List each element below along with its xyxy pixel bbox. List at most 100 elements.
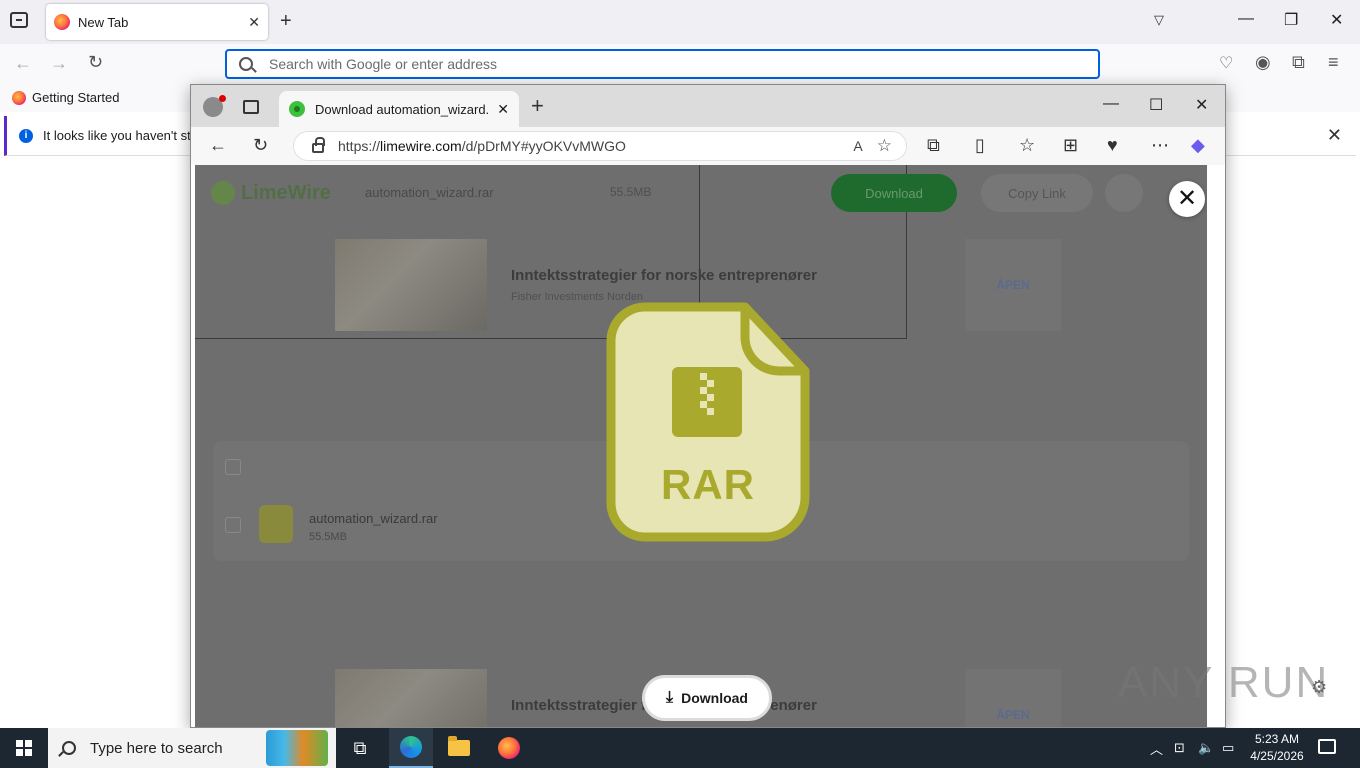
modal-download-button[interactable]: ⤓ Download: [642, 675, 772, 721]
favorite-star-icon[interactable]: ☆: [877, 136, 892, 156]
network-status-icon[interactable]: ⊡: [1174, 728, 1185, 768]
address-bar[interactable]: https://limewire.com/d/pDrMY#yyOKVvMWGO …: [293, 131, 907, 161]
close-icon[interactable]: ✕: [1169, 181, 1205, 217]
taskbar-firefox-button[interactable]: [487, 728, 531, 768]
close-icon[interactable]: ✕: [1327, 125, 1342, 146]
minimize-button[interactable]: —: [1238, 10, 1254, 28]
close-tab-icon[interactable]: ✕: [248, 14, 260, 31]
menu-icon[interactable]: ≡: [1328, 52, 1339, 73]
search-icon: [62, 741, 76, 755]
ad-headline: Inntektsstrategier for norske entreprenø…: [511, 267, 817, 284]
edge-icon: [400, 736, 422, 758]
search-highlight-image: [266, 730, 328, 766]
lock-icon[interactable]: [312, 137, 325, 153]
gear-icon[interactable]: ⚙: [1311, 677, 1327, 698]
limewire-favicon: [289, 101, 305, 117]
close-window-button[interactable]: ✕: [1330, 10, 1343, 30]
edge-tab-download[interactable]: Download automation_wizard.rar ✕: [279, 91, 519, 127]
header-file-name: automation_wizard.rar: [365, 185, 494, 200]
bookmark-getting-started[interactable]: Getting Started: [12, 90, 119, 105]
firefox-icon: [498, 737, 520, 759]
browser-essentials-icon[interactable]: ♥: [1107, 135, 1118, 156]
clock-time: 5:23 AM: [1254, 732, 1300, 746]
back-icon[interactable]: ←: [209, 135, 227, 156]
report-flag-button[interactable]: [1105, 174, 1143, 212]
firefox-icon: [12, 90, 26, 105]
anyrun-watermark: ANY RUN: [1118, 658, 1330, 707]
new-tab-button[interactable]: +: [280, 10, 292, 33]
maximize-button[interactable]: ☐: [1149, 95, 1163, 115]
back-icon[interactable]: ←: [14, 53, 32, 74]
edge-title-bar: Download automation_wizard.rar ✕ + — ☐ ✕: [191, 85, 1225, 127]
tab-title: New Tab: [78, 14, 129, 30]
close-tab-icon[interactable]: ✕: [497, 101, 509, 118]
show-hidden-icons[interactable]: ︿: [1150, 728, 1163, 768]
chevron-down-icon[interactable]: ▽: [1154, 12, 1164, 28]
ad-open-button[interactable]: ÅPEN: [965, 669, 1061, 727]
list-file-name: automation_wizard.rar: [309, 511, 438, 526]
search-icon: [239, 57, 253, 71]
modal-download-label: Download: [681, 690, 748, 706]
close-window-button[interactable]: ✕: [1195, 95, 1208, 115]
firefox-tab-bar: New Tab ✕ + ▽ — ❐ ✕: [0, 0, 1360, 44]
windows-taskbar: Type here to search ⧉ ︿ ⊡ 🔈 ▭ 5:23 AM 4/…: [0, 728, 1360, 768]
limewire-logo[interactable]: LimeWire: [211, 181, 331, 205]
taskbar-search-box[interactable]: Type here to search: [48, 728, 336, 768]
taskbar-clock[interactable]: 5:23 AM 4/25/2026: [1244, 731, 1310, 765]
volume-icon[interactable]: 🔈: [1198, 728, 1214, 768]
firefox-navigation-bar: ← → ↻ ♡ ◉ ⧉ ≡: [0, 44, 1360, 84]
limewire-header: LimeWire automation_wizard.rar 55.5MB Do…: [195, 165, 1207, 225]
extensions-icon[interactable]: ⧉: [927, 135, 940, 156]
select-all-checkbox[interactable]: [225, 459, 241, 475]
tab-actions-icon[interactable]: [243, 100, 259, 114]
reload-icon[interactable]: ↻: [88, 52, 103, 73]
file-checkbox[interactable]: [225, 517, 241, 533]
windows-start-button[interactable]: [16, 740, 32, 756]
taskbar-file-explorer-button[interactable]: [437, 728, 481, 768]
tab-title: Download automation_wizard.rar: [315, 101, 490, 117]
copy-link-button[interactable]: Copy Link: [981, 174, 1093, 212]
rar-file-preview-icon: RAR: [605, 301, 811, 543]
edge-window: Download automation_wizard.rar ✕ + — ☐ ✕…: [190, 84, 1226, 728]
copilot-icon[interactable]: ◆: [1191, 135, 1205, 156]
ad-open-button[interactable]: ÅPEN: [965, 239, 1061, 331]
folder-icon: [448, 736, 470, 756]
info-icon: i: [19, 128, 33, 143]
url-input[interactable]: [269, 56, 1098, 72]
url-text: https://limewire.com/d/pDrMY#yyOKVvMWGO: [338, 138, 626, 154]
profile-avatar[interactable]: [203, 95, 226, 117]
file-type-label: RAR: [661, 461, 755, 508]
limewire-logo-icon: [211, 181, 235, 205]
ad-image: [335, 669, 487, 727]
favorites-icon[interactable]: ☆: [1019, 135, 1035, 156]
pocket-icon[interactable]: ♡: [1219, 53, 1233, 73]
page-content: LimeWire automation_wizard.rar 55.5MB Do…: [195, 165, 1207, 727]
network-icon[interactable]: ▭: [1222, 728, 1234, 768]
download-icon: ⤓: [666, 689, 674, 706]
header-download-button[interactable]: Download: [831, 174, 957, 212]
list-all-tabs-icon[interactable]: [10, 12, 28, 28]
minimize-button[interactable]: —: [1103, 95, 1119, 113]
bookmark-label: Getting Started: [32, 90, 120, 105]
edge-toolbar: ← ↻ https://limewire.com/d/pDrMY#yyOKVvM…: [191, 127, 1225, 165]
restore-button[interactable]: ❐: [1284, 10, 1298, 30]
address-bar[interactable]: [225, 49, 1100, 79]
task-view-icon[interactable]: ⧉: [338, 728, 382, 768]
account-icon[interactable]: ◉: [1255, 52, 1271, 73]
more-icon[interactable]: ⋯: [1151, 135, 1169, 156]
clock-date: 4/25/2026: [1250, 749, 1304, 763]
notification-icon[interactable]: [1318, 739, 1336, 754]
new-tab-button[interactable]: +: [531, 93, 544, 119]
taskbar-edge-button[interactable]: [389, 728, 433, 768]
extensions-icon[interactable]: ⧉: [1292, 52, 1305, 73]
reload-icon[interactable]: ↻: [253, 135, 268, 156]
rar-file-icon: [259, 505, 293, 543]
collections-icon[interactable]: ⊞: [1063, 135, 1078, 156]
forward-icon[interactable]: →: [50, 53, 68, 74]
list-file-size: 55.5MB: [309, 531, 347, 543]
read-aloud-icon[interactable]: A: [853, 138, 862, 154]
split-screen-icon[interactable]: ▯: [975, 135, 985, 156]
notice-text: It looks like you haven't start: [43, 128, 206, 143]
header-file-size: 55.5MB: [610, 185, 652, 199]
firefox-tab-new-tab[interactable]: New Tab ✕: [46, 4, 268, 40]
